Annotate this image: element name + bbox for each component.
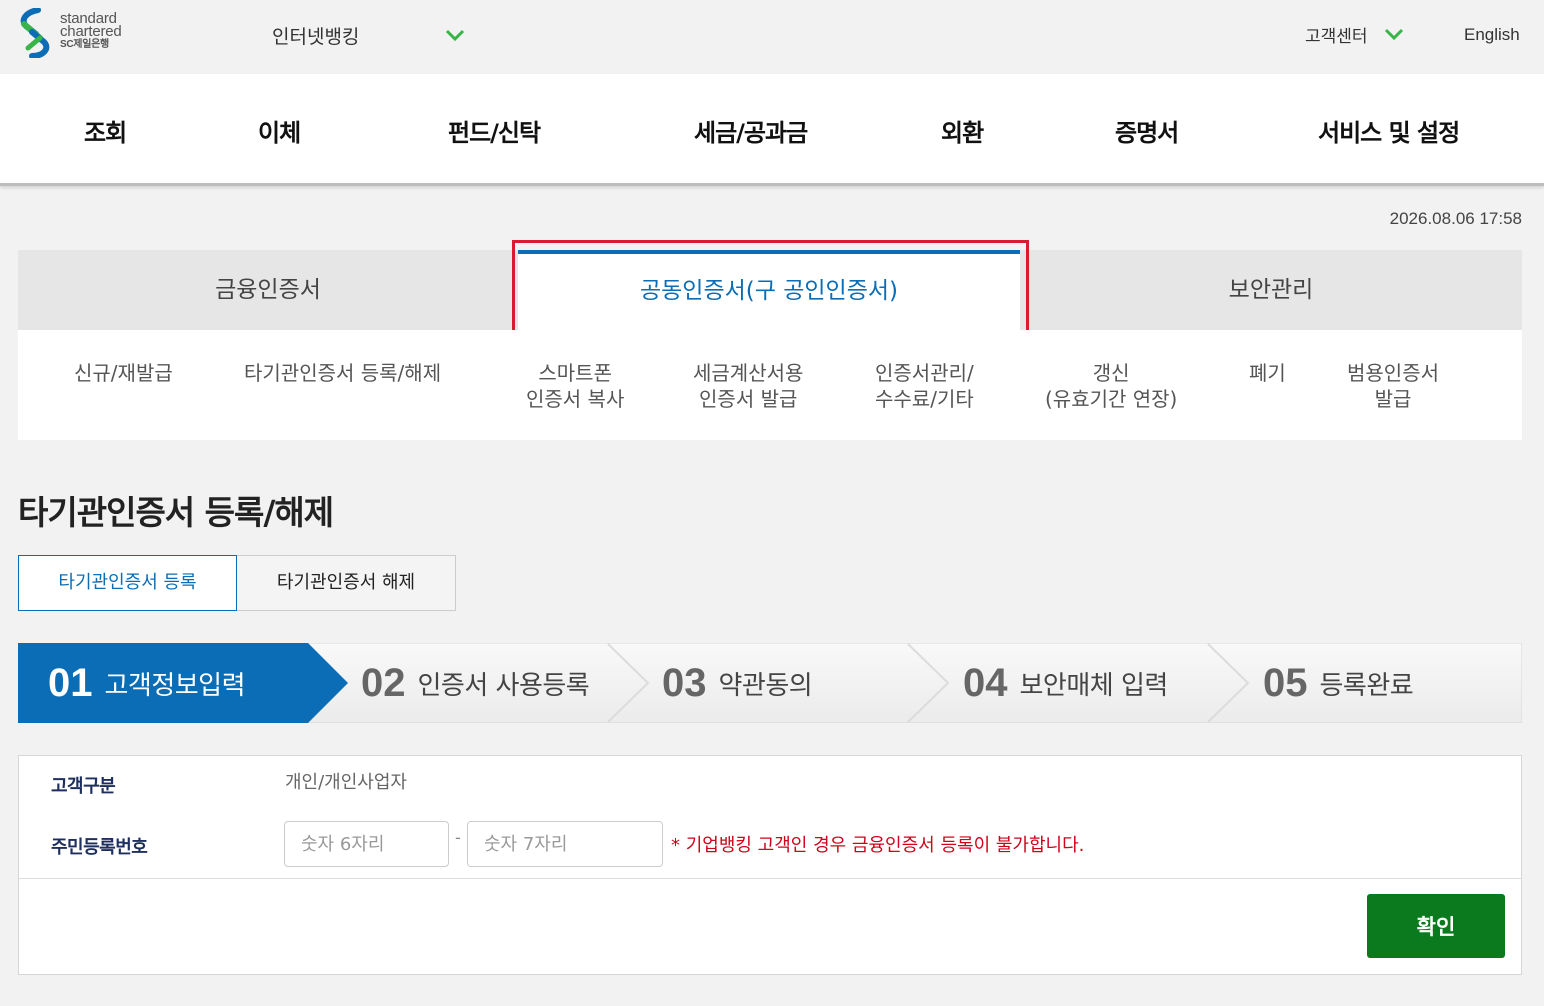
gnb-item-transfer[interactable]: 이체: [258, 113, 301, 148]
step-number: 05: [1263, 660, 1308, 705]
step-2: 02 인증서 사용등록: [361, 643, 590, 723]
submenu-label: 발급: [1374, 387, 1412, 411]
step-4: 04 보안매체 입력: [963, 643, 1168, 723]
rrn-separator: -: [455, 828, 461, 847]
step-indicator: 01 고객정보입력 02 인증서 사용등록 03 약관동의 04 보안매체 입력…: [18, 643, 1522, 723]
gnb-item-fund[interactable]: 펀드/신탁: [448, 113, 541, 148]
customer-center-link[interactable]: 고객센터: [1305, 22, 1368, 47]
confirm-button[interactable]: 확인: [1367, 894, 1505, 958]
submenu-label: 수수료/기타: [875, 387, 974, 411]
global-nav: 조회 이체 펀드/신탁 세금/공과금 외환 증명서 서비스 및 설정: [0, 74, 1544, 186]
segment-register-button[interactable]: 타기관인증서 등록: [18, 555, 237, 611]
step-1: 01 고객정보입력: [48, 643, 246, 723]
submenu-label: 인증서 발급: [699, 387, 798, 411]
gnb-item-forex[interactable]: 외환: [941, 113, 984, 148]
chevron-down-icon[interactable]: [1383, 25, 1405, 43]
submenu-label: 인증서관리/: [875, 361, 974, 385]
step-label: 등록완료: [1319, 670, 1414, 701]
page-title: 타기관인증서 등록/해제: [18, 493, 334, 532]
tab-joint-cert[interactable]: 공동인증서(구 공인인증서): [518, 250, 1020, 330]
rrn-front-input[interactable]: [284, 821, 449, 867]
customer-type-label: 고객구분: [51, 776, 116, 797]
submenu-label: 인증서 복사: [526, 387, 625, 411]
gnb-item-inquiry[interactable]: 조회: [84, 113, 127, 148]
submenu-label: 범용인증서: [1347, 361, 1439, 385]
cert-tabs: 금융인증서 공동인증서(구 공인인증서) 보안관리: [18, 250, 1522, 330]
gnb-item-certificate[interactable]: 증명서: [1115, 113, 1179, 148]
logo-line-2: chartered: [60, 23, 122, 40]
tab-security-management[interactable]: 보안관리: [1020, 250, 1522, 330]
submenu-label: 스마트폰: [538, 361, 612, 385]
submenu-label: (유효기간 연장): [1045, 387, 1178, 411]
step-label: 고객정보입력: [104, 670, 246, 701]
rrn-back-input[interactable]: [467, 821, 663, 867]
customer-info-form: 고객구분 개인/개인사업자 주민등록번호 - * 기업뱅킹 고객인 경우 금융인…: [18, 755, 1522, 975]
language-link[interactable]: English: [1464, 25, 1520, 45]
submenu-item-revoke[interactable]: 폐기: [1249, 360, 1286, 386]
chevron-down-icon[interactable]: [444, 26, 466, 44]
rrn-label: 주민등록번호: [51, 837, 148, 858]
submenu-item-general-cert[interactable]: 범용인증서 발급: [1347, 360, 1439, 412]
gnb-item-settings[interactable]: 서비스 및 설정: [1318, 113, 1460, 148]
submenu-label: 갱신: [1092, 361, 1130, 385]
step-number: 02: [361, 660, 406, 705]
submenu-label: 세금계산서용: [693, 361, 804, 385]
business-banking-notice: * 기업뱅킹 고객인 경우 금융인증서 등록이 불가합니다.: [671, 835, 1085, 856]
submenu-item-manage[interactable]: 인증서관리/ 수수료/기타: [875, 360, 974, 412]
logo-wordmark: standard chartered SC제일은행: [60, 11, 122, 51]
step-number: 03: [662, 660, 707, 705]
step-number: 04: [963, 660, 1008, 705]
step-5: 05 등록완료: [1263, 643, 1414, 723]
submenu-label: 신규/재발급: [74, 361, 173, 385]
gnb-item-tax[interactable]: 세금/공과금: [694, 113, 808, 148]
submenu-item-other-cert[interactable]: 타기관인증서 등록/해제: [244, 360, 441, 386]
top-bar: standard chartered SC제일은행 인터넷뱅킹 고객센터 Eng…: [0, 0, 1544, 74]
cert-submenu: 신규/재발급 타기관인증서 등록/해제 스마트폰 인증서 복사 세금계산서용 인…: [18, 330, 1522, 440]
submenu-item-tax-invoice[interactable]: 세금계산서용 인증서 발급: [693, 360, 803, 412]
submenu-item-new[interactable]: 신규/재발급: [74, 360, 173, 386]
step-label: 인증서 사용등록: [417, 670, 590, 701]
sc-logo-icon: [20, 8, 50, 58]
current-datetime: 2026.08.06 17:58: [1389, 209, 1522, 228]
step-number: 01: [48, 660, 93, 705]
step-3: 03 약관동의: [662, 643, 813, 723]
segment-release-button[interactable]: 타기관인증서 해제: [237, 555, 456, 611]
customer-type-value: 개인/개인사업자: [285, 772, 407, 793]
step-label: 보안매체 입력: [1019, 670, 1169, 701]
submenu-label: 타기관인증서 등록/해제: [244, 361, 442, 385]
step-label: 약관동의: [718, 670, 813, 701]
form-divider: [19, 878, 1521, 879]
tab-financial-cert[interactable]: 금융인증서: [18, 250, 518, 330]
sc-logo[interactable]: standard chartered SC제일은행: [18, 8, 148, 60]
site-select[interactable]: 인터넷뱅킹: [272, 22, 359, 49]
submenu-item-renew[interactable]: 갱신 (유효기간 연장): [1045, 360, 1177, 412]
submenu-item-smartphone[interactable]: 스마트폰 인증서 복사: [526, 360, 624, 412]
submenu-label: 폐기: [1249, 361, 1286, 385]
